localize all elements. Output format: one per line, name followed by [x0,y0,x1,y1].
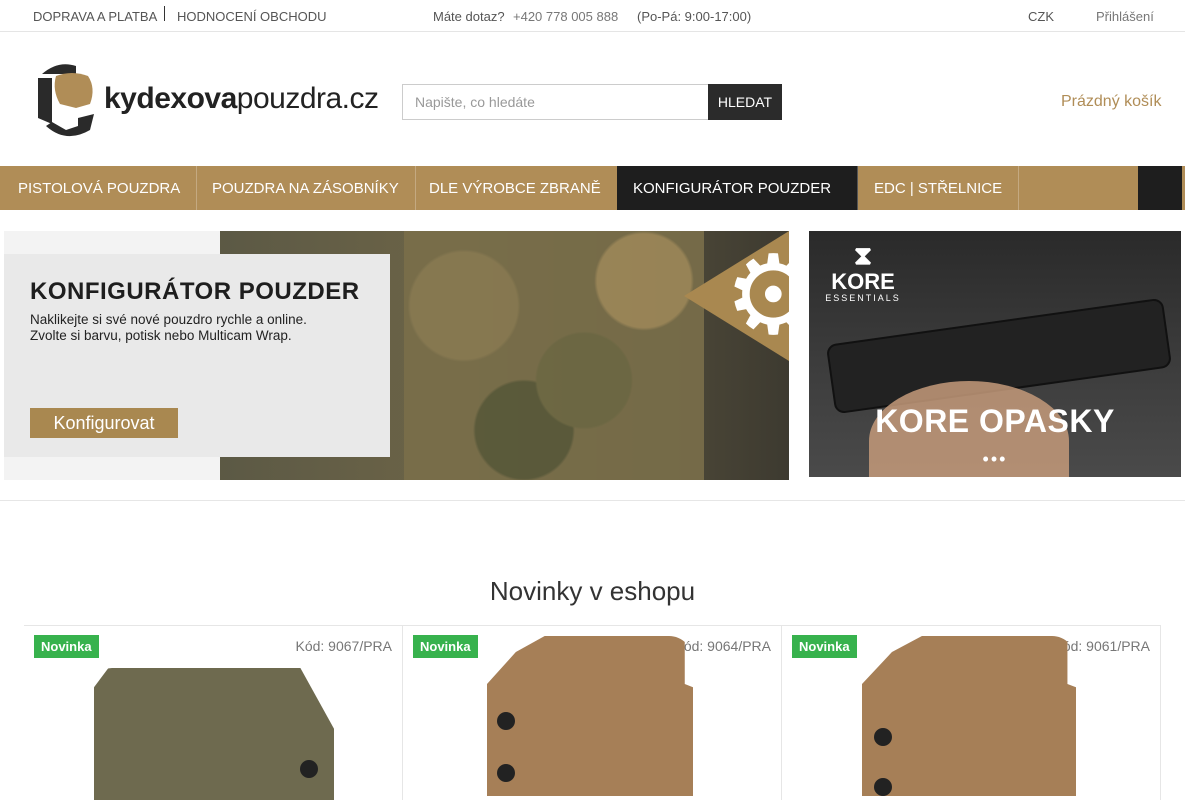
banner-subtitle-2-text: Zvolte si barvu, potisk nebo Multicam Wr… [30,328,292,343]
product-code: Kód: 9061/PRA [1053,638,1150,654]
banner-title: KONFIGURÁTOR POUZDER [30,278,360,305]
nav-item-pistol-holsters[interactable]: PISTOLOVÁ POUZDRA [2,166,198,210]
product-image[interactable] [487,636,693,796]
divider [164,6,165,21]
carousel-dots[interactable]: ••• [809,449,1181,470]
opening-hours: (Po-Pá: 9:00-17:00) [637,9,752,24]
contact-question: Máte dotaz? [433,9,505,24]
product-code: Kód: 9067/PRA [295,638,392,654]
gear-icon: ⚙ [724,234,789,357]
screw-mark [874,778,892,796]
currency-selector[interactable]: CZK [1028,9,1054,24]
logo-text-light: pouzdra.cz [236,82,379,115]
logo-text-bold: kydexova [104,82,237,115]
kore-headline: KORE OPASKY [875,403,1115,439]
menu-icon[interactable] [1138,166,1182,210]
top-bar: DOPRAVA A PLATBA HODNOCENÍ OBCHODU Máte … [0,0,1185,32]
new-badge: Novinka [413,635,478,658]
banner-subtitle-1: Naklikejte si své nové pouzdro rychle a … [30,312,307,327]
nav-item-edc[interactable]: EDC | STŘELNICE [858,166,1020,210]
screw-mark [497,712,515,730]
product-card[interactable]: Novinka Kód: 9067/PRA [24,625,403,800]
camo-holster-image [404,231,704,480]
search-button[interactable]: HLEDAT [708,84,782,120]
kore-logo-icon: ⧗ [853,240,873,270]
product-code: Kód: 9064/PRA [674,638,771,654]
header-icons [1004,92,1024,113]
kore-logo: ⧗ KORE ESSENTIALS [821,241,905,304]
kore-banner[interactable]: ⧗ KORE ESSENTIALS KORE OPASKY ••• [809,231,1181,477]
screw-mark [874,728,892,746]
screw-mark [300,760,318,778]
configurator-banner[interactable]: KONFIGURÁTOR POUZDER Naklikejte si své n… [4,231,789,480]
contact-phone[interactable]: +420 778 005 888 [513,9,618,24]
site-header: kydexovapouzdra.cz HLEDAT Prázdný košík [0,32,1185,166]
configure-button[interactable]: Konfigurovat [30,408,178,438]
section-title: Novinky v eshopu [489,576,696,606]
product-card[interactable]: Novinka Kód: 9061/PRA [782,625,1161,800]
nav-item-by-manufacturer[interactable]: DLE VÝROBCE ZBRANĚ [413,166,618,210]
nav-item-magazine-holsters[interactable]: POUZDRA NA ZÁSOBNÍKY [196,166,416,210]
product-image[interactable] [862,636,1076,796]
main-nav: PISTOLOVÁ POUZDRA POUZDRA NA ZÁSOBNÍKY D… [0,166,1185,210]
kore-brand-sub: ESSENTIALS [825,292,901,303]
nav-item-configurator[interactable]: KONFIGURÁTOR POUZDER [617,166,858,210]
screw-mark [497,764,515,782]
product-card[interactable]: Novinka Kód: 9064/PRA [403,625,782,800]
product-grid: Novinka Kód: 9067/PRA Novinka Kód: 9064/… [24,625,1161,800]
kore-brand: KORE [831,268,895,294]
shipping-payment-link[interactable]: DOPRAVA A PLATBA [33,9,157,24]
site-logo[interactable]: kydexovapouzdra.cz [36,60,379,142]
banner-area: KONFIGURÁTOR POUZDER Naklikejte si své n… [0,210,1185,501]
search-input[interactable] [402,84,709,120]
search-form: HLEDAT [402,84,782,120]
banner-subtitle-2: Zvolte si barvu, potisk nebo Multicam Wr… [30,328,292,343]
new-badge: Novinka [34,635,99,658]
cart-link[interactable]: Prázdný košík [1061,93,1161,111]
product-image[interactable] [94,668,334,800]
login-link[interactable]: Přihlášení [1096,9,1154,24]
logo-mark-icon [38,64,94,137]
store-reviews-link[interactable]: HODNOCENÍ OBCHODU [177,9,327,24]
new-badge: Novinka [792,635,857,658]
